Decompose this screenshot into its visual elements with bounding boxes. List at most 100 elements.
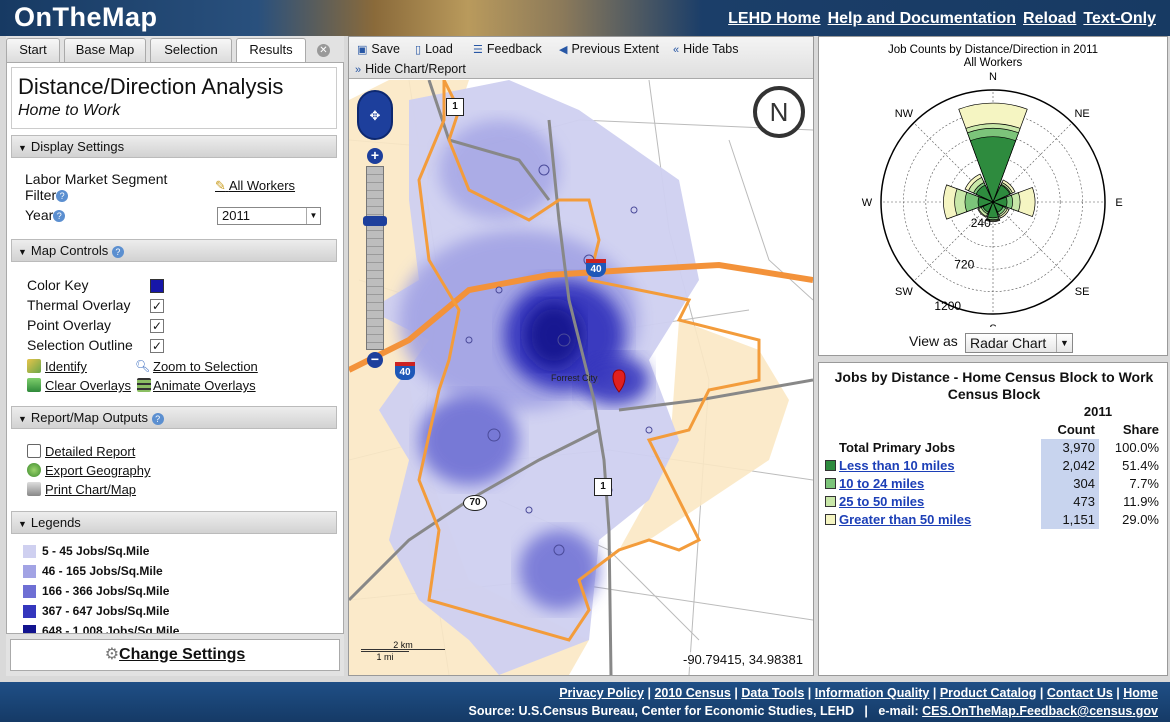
collapse-icon: ▼ <box>18 247 27 257</box>
total-label: Total Primary Jobs <box>839 440 956 455</box>
color-key-swatch[interactable] <box>150 279 164 293</box>
magnifier-icon: 🔍︎ <box>135 359 151 373</box>
share-header: Share <box>1122 422 1159 437</box>
chart-panel: Job Counts by Distance/Direction in 2011… <box>818 36 1168 356</box>
distance-link[interactable]: 25 to 50 miles <box>839 494 924 509</box>
section-label: Legends <box>30 515 81 530</box>
table-row: Greater than 50 miles 1,151 29.0% <box>825 511 1163 529</box>
help-link[interactable]: Help and Documentation <box>828 10 1016 28</box>
thermal-overlay <box>369 80 699 675</box>
coordinate-readout: -90.79415, 34.98381 <box>683 652 803 667</box>
lehd-home-link[interactable]: LEHD Home <box>728 10 820 28</box>
legend-swatch <box>825 514 836 525</box>
year-select[interactable]: 2011 ▼ <box>217 207 321 225</box>
legend-swatch <box>825 496 836 507</box>
total-share: 100.0% <box>1114 440 1159 455</box>
footer-link[interactable]: Information Quality <box>815 686 930 700</box>
pan-control-icon[interactable]: ✥ <box>357 90 393 140</box>
view-as-select[interactable]: Radar Chart ▼ <box>965 333 1073 353</box>
tab-start[interactable]: Start <box>6 38 60 62</box>
segment-value: All Workers <box>228 178 296 193</box>
map-canvas[interactable]: 1 40 40 70 1 Forrest City ✥ + − N 2 km 1… <box>349 80 813 675</box>
zoom-handle[interactable] <box>363 216 387 226</box>
clear-overlays-link[interactable]: Clear Overlays <box>45 378 131 393</box>
footer-link[interactable]: Contact Us <box>1047 686 1113 700</box>
direction-label: SE <box>1075 286 1090 298</box>
legends-header[interactable]: ▼ Legends <box>11 511 337 534</box>
main-area: Start Base Map Selection Results ✕ Dista… <box>0 36 1170 682</box>
distance-link[interactable]: Less than 10 miles <box>839 458 955 473</box>
save-button[interactable]: ▣ Save <box>357 41 400 58</box>
direction-label: N <box>989 71 997 83</box>
tab-selection[interactable]: Selection <box>150 38 232 62</box>
route-shield: 70 <box>463 495 487 511</box>
hide-chart-button[interactable]: » Hide Chart/Report <box>355 61 466 78</box>
tab-results[interactable]: Results <box>236 38 306 62</box>
distance-link[interactable]: Greater than 50 miles <box>839 512 971 527</box>
back-arrow-icon: ◀ <box>559 44 568 56</box>
footer-link[interactable]: 2010 Census <box>654 686 730 700</box>
feedback-button[interactable]: ☰ Feedback <box>473 41 542 58</box>
load-button[interactable]: ▯ Load <box>415 41 453 58</box>
chart-title: Job Counts by Distance/Direction in 2011 <box>888 44 1098 56</box>
hide-chart-label: Hide Chart/Report <box>365 62 466 76</box>
header-banner: OnTheMap LEHD Home Help and Documentatio… <box>0 0 1170 36</box>
collapse-icon: ▼ <box>18 143 27 153</box>
print-chart-link[interactable]: Print Chart/Map <box>45 482 136 497</box>
row-share: 11.9% <box>1123 494 1159 509</box>
thermal-checkbox[interactable]: ✓ <box>150 299 164 313</box>
footer-link[interactable]: Product Catalog <box>940 686 1037 700</box>
footer-link[interactable]: Privacy Policy <box>559 686 644 700</box>
hide-tabs-button[interactable]: «Hide Tabs <box>673 41 738 58</box>
help-icon[interactable]: ? <box>151 412 164 425</box>
close-results-icon[interactable]: ✕ <box>317 44 330 57</box>
clear-overlays-icon <box>27 378 41 392</box>
legend-label: 648 - 1,008 Jobs/Sq.Mile <box>42 624 180 634</box>
legend-label: 46 - 165 Jobs/Sq.Mile <box>42 564 163 578</box>
double-right-icon: » <box>355 64 362 76</box>
change-settings-button[interactable]: ⚙Change Settings <box>10 639 340 671</box>
export-geography-link[interactable]: Export Geography <box>45 463 151 478</box>
previous-extent-button[interactable]: ◀ Previous Extent <box>559 41 659 58</box>
help-icon[interactable]: ? <box>53 210 66 223</box>
identify-link[interactable]: Identify <box>45 359 87 374</box>
radial-tick-label: 240 <box>971 216 991 230</box>
tab-bar: Start Base Map Selection Results ✕ <box>6 38 344 62</box>
outline-checkbox[interactable]: ✓ <box>150 339 164 353</box>
row-count: 1,151 <box>1041 511 1099 529</box>
segment-link[interactable]: ✎ All Workers <box>215 178 295 194</box>
tab-base-map[interactable]: Base Map <box>64 38 146 62</box>
map-controls-header[interactable]: ▼ Map Controls ? <box>11 239 337 262</box>
email-link[interactable]: CES.OnTheMap.Feedback@census.gov <box>922 704 1158 718</box>
point-label: Point Overlay <box>27 317 112 333</box>
help-icon[interactable]: ? <box>56 190 69 203</box>
footer-link[interactable]: Data Tools <box>741 686 804 700</box>
year-label: Year? <box>25 207 66 223</box>
outline-label: Selection Outline <box>27 337 133 353</box>
zoom-slider[interactable] <box>366 166 384 350</box>
page-icon: ▯ <box>415 44 422 56</box>
globe-icon <box>27 463 41 477</box>
footer-source: Source: U.S.Census Bureau, Center for Ec… <box>468 704 1158 718</box>
point-checkbox[interactable]: ✓ <box>150 319 164 333</box>
footer-link[interactable]: Home <box>1123 686 1158 700</box>
animate-overlays-link[interactable]: Animate Overlays <box>153 378 256 393</box>
zoom-selection-link[interactable]: Zoom to Selection <box>153 359 258 374</box>
gear-icon: ⚙ <box>104 646 120 663</box>
display-settings-header[interactable]: ▼ Display Settings <box>11 135 337 158</box>
table-row: 10 to 24 miles 304 7.7% <box>825 475 1163 493</box>
zoom-in-button[interactable]: + <box>367 148 383 164</box>
legend-label: 166 - 366 Jobs/Sq.Mile <box>42 584 170 598</box>
report-outputs-header[interactable]: ▼ Report/Map Outputs ? <box>11 406 337 429</box>
reload-link[interactable]: Reload <box>1023 10 1076 28</box>
detailed-report-link[interactable]: Detailed Report <box>45 444 135 459</box>
footer-links: Privacy Policy | 2010 Census | Data Tool… <box>559 686 1158 700</box>
distance-link[interactable]: 10 to 24 miles <box>839 476 924 491</box>
text-only-link[interactable]: Text-Only <box>1083 10 1156 28</box>
route-shield: 1 <box>594 478 612 496</box>
year-value: 2011 <box>222 208 250 223</box>
legend-swatch <box>825 478 836 489</box>
help-icon[interactable]: ? <box>111 245 124 258</box>
zoom-out-button[interactable]: − <box>367 352 383 368</box>
legend-label: 5 - 45 Jobs/Sq.Mile <box>42 544 150 558</box>
